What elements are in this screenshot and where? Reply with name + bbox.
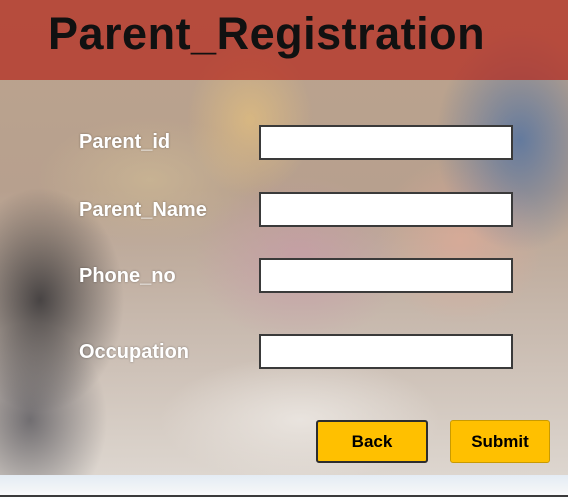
occupation-label: Occupation	[79, 341, 190, 363]
phone-no-input[interactable]	[259, 258, 513, 293]
page-title: Parent_Registration	[48, 8, 486, 59]
bottom-divider	[0, 495, 568, 497]
parent-id-input[interactable]	[259, 125, 513, 160]
phone-no-label: Phone_no	[79, 265, 176, 287]
bottom-strip	[0, 475, 568, 501]
parent-name-input[interactable]	[259, 192, 513, 227]
parent-name-label: Parent_Name	[79, 199, 207, 221]
submit-button[interactable]: Submit	[450, 420, 550, 463]
back-button[interactable]: Back	[316, 420, 428, 463]
parent-id-label: Parent_id	[79, 131, 171, 153]
occupation-input[interactable]	[259, 334, 513, 369]
